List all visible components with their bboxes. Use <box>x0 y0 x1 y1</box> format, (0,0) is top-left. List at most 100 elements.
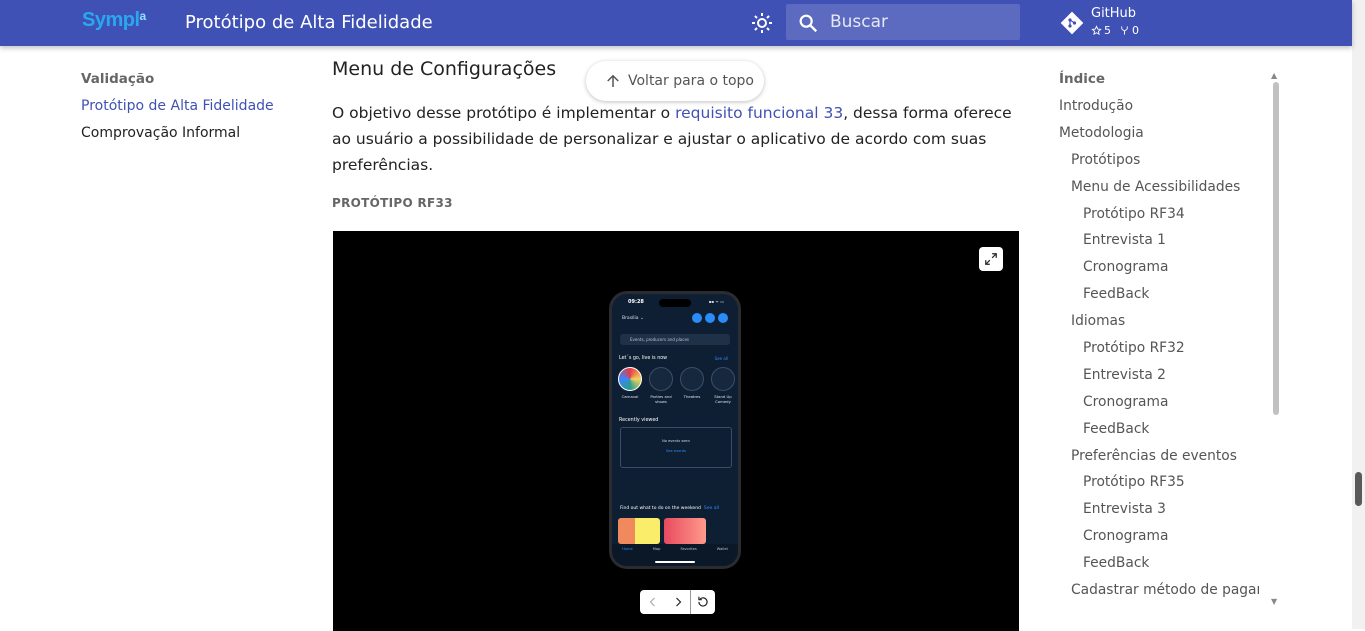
toc-scroll-down-icon[interactable]: ▼ <box>1271 597 1277 606</box>
weekend-see-all: See all <box>703 506 720 511</box>
restart-button[interactable] <box>690 590 715 614</box>
toc-item[interactable]: Protótipos <box>1059 151 1259 178</box>
avatar <box>718 313 728 323</box>
prototype-embed[interactable]: 09:28 ▪▪ ᯤ ▭ Brasília ⌄ Events, producer… <box>333 231 1019 631</box>
carnaval-icon <box>618 367 642 391</box>
phone-tab-favorites: Favorites <box>680 547 697 551</box>
fork-icon <box>1121 26 1128 35</box>
phone-location: Brasília ⌄ <box>622 316 644 321</box>
back-to-top-button[interactable]: Voltar para o topo <box>586 61 764 101</box>
phone-see-all: See all <box>714 356 728 361</box>
requirement-link[interactable]: requisito funcional 33 <box>675 104 843 122</box>
phone-section-now: Let´s go, live is now <box>619 356 668 361</box>
left-navigation: Validação Protótipo de Alta Fidelidade C… <box>81 70 301 151</box>
toc-item[interactable]: Protótipo RF34 <box>1059 205 1259 232</box>
page-scrollbar[interactable] <box>1352 0 1365 629</box>
github-repo-link[interactable]: GitHub 5 0 <box>1060 5 1180 41</box>
theme-toggle-icon[interactable] <box>750 11 774 35</box>
repo-forks-count: 0 <box>1132 24 1139 37</box>
toc-item[interactable]: Preferências de eventos <box>1059 447 1259 474</box>
expand-button[interactable] <box>979 247 1003 271</box>
notification-icon <box>705 313 715 323</box>
restart-icon <box>698 596 708 607</box>
paragraph-text-start: O objetivo desse protótipo é implementar… <box>332 104 676 122</box>
toc-item[interactable]: Entrevista 3 <box>1059 500 1259 527</box>
next-button[interactable] <box>665 590 690 614</box>
phone-header-icons <box>692 313 728 323</box>
theatre-icon <box>680 367 704 391</box>
category-label: Theatres <box>683 394 701 399</box>
home-indicator <box>655 561 695 563</box>
weekend-text: Find out what to do on the weekend <box>620 506 701 511</box>
nav-section-title: Validação <box>81 71 155 87</box>
toc-item[interactable]: Cronograma <box>1059 527 1259 554</box>
event-card-image <box>664 518 706 544</box>
phone-event-cards <box>618 518 706 544</box>
top-header: Sympla Protótipo de Alta Fidelidade GitH… <box>0 0 1352 46</box>
phone-mockup: 09:28 ▪▪ ᯤ ▭ Brasília ⌄ Events, producer… <box>609 291 741 569</box>
toc-item[interactable]: FeedBack <box>1059 285 1259 312</box>
empty-state-text: No events seen <box>662 439 690 443</box>
site-logo[interactable]: Sympla <box>82 9 146 32</box>
nav-item-prototipo-alta-fidelidade[interactable]: Protótipo de Alta Fidelidade <box>81 97 301 124</box>
section-heading: Menu de Configurações <box>332 58 557 80</box>
phone-tab-home: Home <box>622 547 633 551</box>
previous-button[interactable] <box>640 590 665 614</box>
repo-stars-count: 5 <box>1104 24 1111 37</box>
table-of-contents: Índice Introdução Metodologia Protótipos… <box>1059 70 1259 608</box>
category-label: Carnaval <box>621 394 639 399</box>
search-box[interactable] <box>786 4 1020 40</box>
toc-scrollbar[interactable] <box>1273 82 1279 415</box>
category-label: Stand Up Comedy <box>714 394 732 404</box>
phone-recently-viewed: Recently viewed <box>619 418 659 423</box>
phone-category: Parties and shows <box>648 367 674 404</box>
nav-item-comprovacao-informal[interactable]: Comprovação Informal <box>81 124 301 151</box>
toc-item[interactable]: Cadastrar método de pagamento <box>1059 581 1259 608</box>
category-label: Parties and shows <box>650 394 672 404</box>
phone-categories: Carnaval Parties and shows Theatres Stan… <box>617 367 736 404</box>
event-card-image <box>618 518 660 544</box>
toc-item[interactable]: Idiomas <box>1059 312 1259 339</box>
toc-item[interactable]: Metodologia <box>1059 124 1259 151</box>
logo-text: Sympl <box>82 9 140 31</box>
toc-item[interactable]: Menu de Acessibilidades <box>1059 178 1259 205</box>
back-to-top-label: Voltar para o topo <box>628 73 754 89</box>
git-icon <box>1060 11 1084 35</box>
phone-weekend-heading: Find out what to do on the weekend See al… <box>620 506 719 511</box>
parties-icon <box>649 367 673 391</box>
phone-category: Stand Up Comedy <box>710 367 736 404</box>
comedy-icon <box>711 367 735 391</box>
expand-icon <box>985 253 997 265</box>
toc-item[interactable]: Introdução <box>1059 97 1259 124</box>
phone-category: Theatres <box>679 367 705 404</box>
toc-item[interactable]: Entrevista 2 <box>1059 366 1259 393</box>
toc-item[interactable]: Cronograma <box>1059 258 1259 285</box>
see-events-link: See events <box>666 449 686 453</box>
settings-icon <box>692 313 702 323</box>
page-scrollbar-thumb[interactable] <box>1355 472 1362 506</box>
chevron-left-icon <box>649 597 655 607</box>
toc-item[interactable]: Cronograma <box>1059 393 1259 420</box>
arrow-up-icon <box>607 74 619 87</box>
toc-item[interactable]: FeedBack <box>1059 420 1259 447</box>
phone-status-icons: ▪▪ ᯤ ▭ <box>708 299 724 304</box>
prototype-caption: PROTÓTIPO RF33 <box>332 196 453 210</box>
search-input[interactable] <box>830 4 1010 40</box>
phone-search: Events, producers and places <box>620 334 730 345</box>
phone-tab-wallet: Wallet <box>716 547 728 551</box>
toc-title: Índice <box>1059 71 1106 87</box>
toc-item[interactable]: Protótipo RF35 <box>1059 473 1259 500</box>
intro-paragraph: O objetivo desse protótipo é implementar… <box>332 100 1022 178</box>
repo-forks: 0 <box>1119 24 1139 37</box>
repo-stars: 5 <box>1091 24 1111 37</box>
toc-item[interactable]: FeedBack <box>1059 554 1259 581</box>
repo-name: GitHub <box>1091 6 1137 21</box>
toc-item[interactable]: Protótipo RF32 <box>1059 339 1259 366</box>
toc-item[interactable]: Entrevista 1 <box>1059 231 1259 258</box>
chevron-right-icon <box>675 597 681 607</box>
page-title: Protótipo de Alta Fidelidade <box>185 12 433 33</box>
toc-scroll-up-icon[interactable]: ▲ <box>1271 71 1277 80</box>
dynamic-island <box>659 299 691 307</box>
phone-screen[interactable]: 09:28 ▪▪ ᯤ ▭ Brasília ⌄ Events, producer… <box>612 294 738 566</box>
phone-tab-map: Map <box>652 547 661 551</box>
